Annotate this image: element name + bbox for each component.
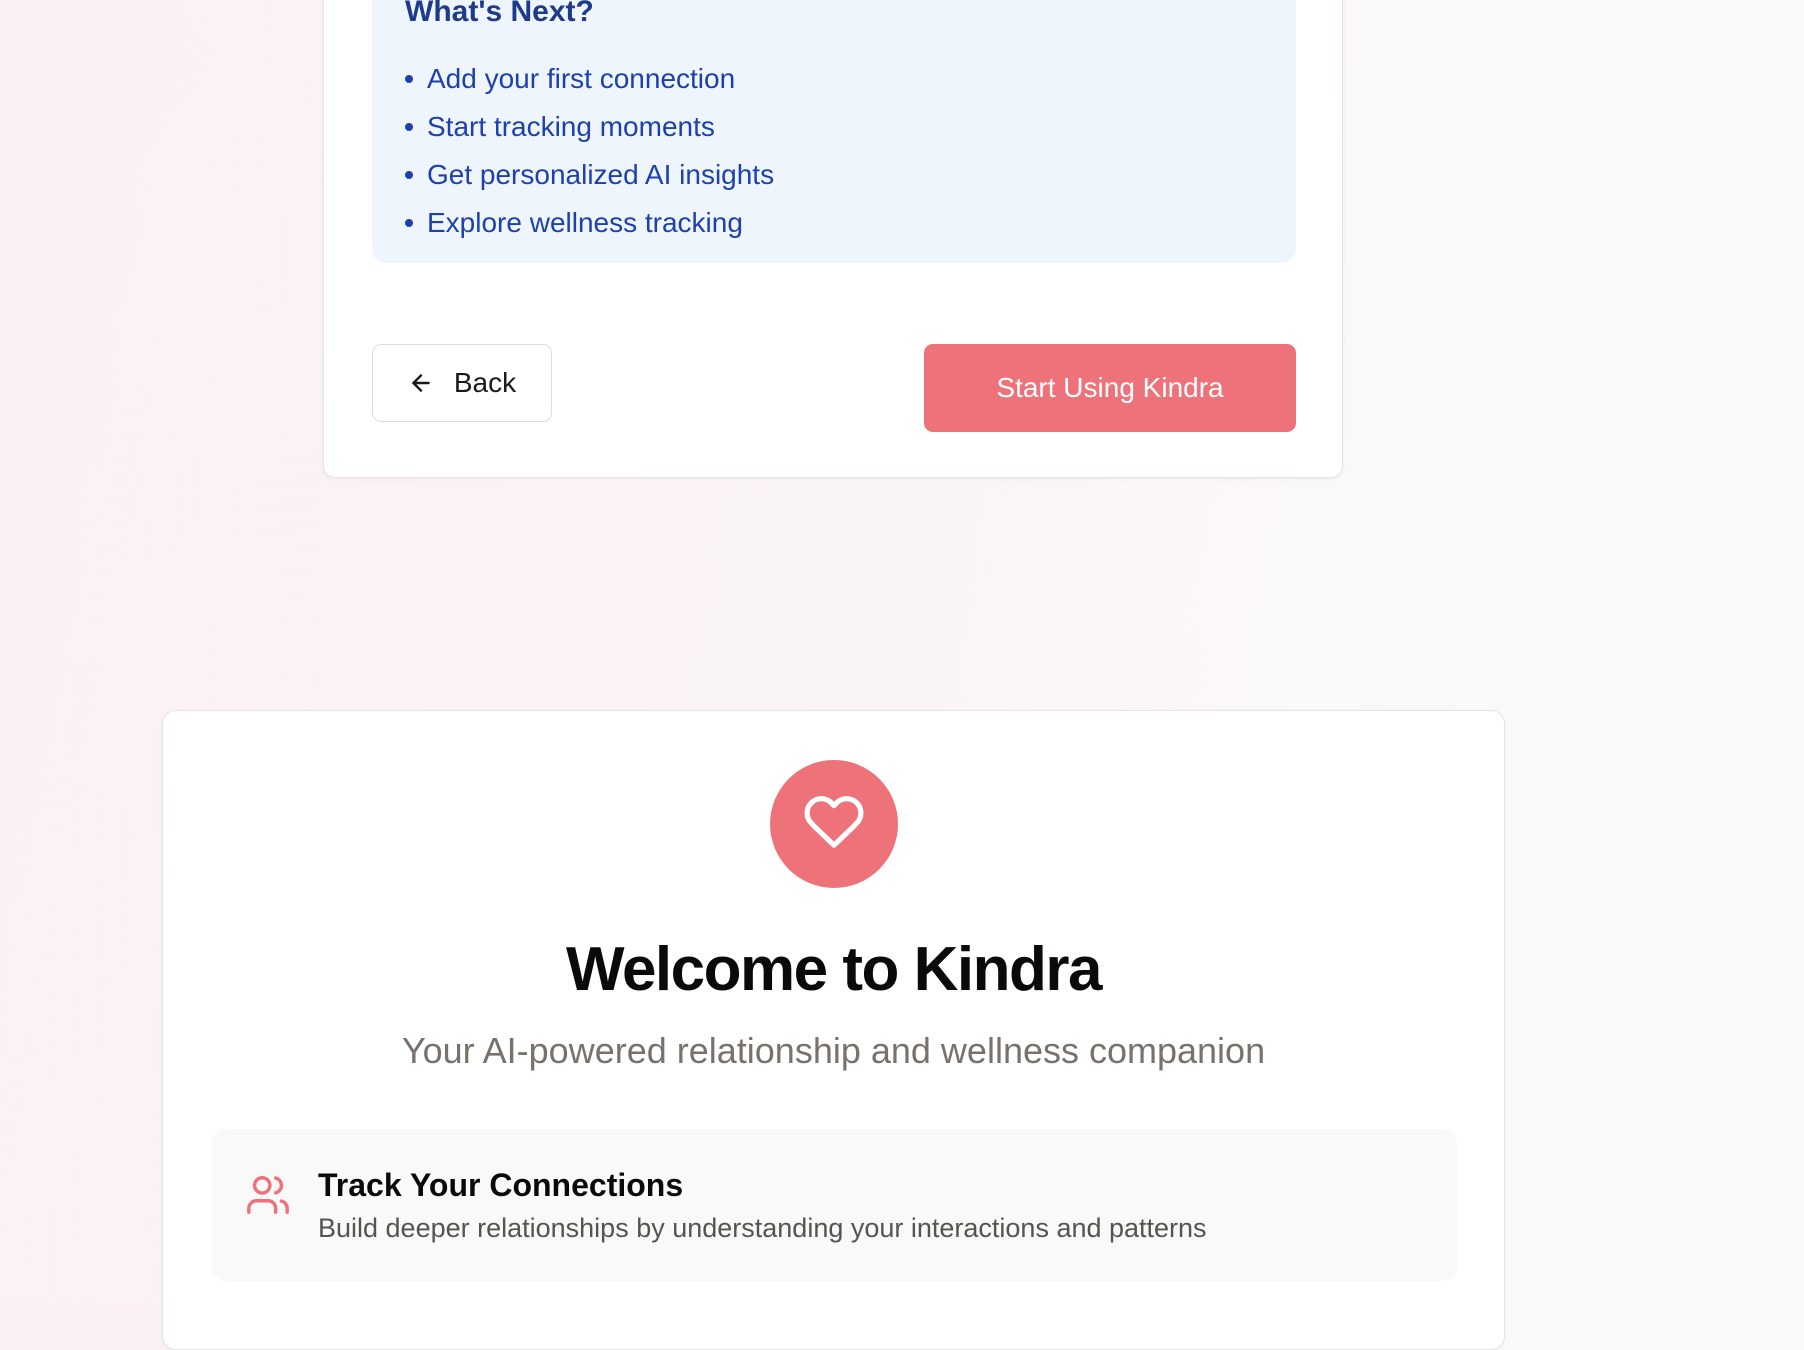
arrow-left-icon — [408, 370, 434, 396]
welcome-card: Welcome to Kindra Your AI-powered relati… — [162, 710, 1505, 1350]
bullet-icon — [405, 123, 413, 131]
bullet-icon — [405, 219, 413, 227]
list-item: Get personalized AI insights — [405, 151, 774, 199]
back-button-label: Back — [453, 367, 517, 398]
users-icon — [245, 1172, 291, 1223]
bullet-icon — [405, 75, 413, 83]
whats-next-box: What's Next? Add your first connection S… — [372, 0, 1296, 263]
whats-next-title: What's Next? — [405, 0, 594, 28]
page-subtitle: Your AI-powered relationship and wellnes… — [401, 1030, 1266, 1071]
feature-card-connections: Track Your Connections Build deeper rela… — [212, 1129, 1457, 1281]
feature-title: Track Your Connections — [318, 1167, 684, 1203]
start-using-button[interactable]: Start Using Kindra — [924, 344, 1296, 432]
feature-description: Build deeper relationships by understand… — [318, 1213, 1207, 1243]
bullet-icon — [405, 171, 413, 179]
start-using-button-label: Start Using Kindra — [996, 372, 1224, 403]
completion-card: What's Next? Add your first connection S… — [323, 0, 1343, 478]
back-button[interactable]: Back — [372, 344, 552, 422]
list-item: Add your first connection — [405, 55, 774, 103]
list-item: Start tracking moments — [405, 103, 774, 151]
logo-badge — [770, 760, 898, 888]
whats-next-list: Add your first connection Start tracking… — [405, 55, 774, 247]
list-item: Explore wellness tracking — [405, 199, 774, 247]
heart-icon — [803, 791, 865, 858]
page-title: Welcome to Kindra — [566, 935, 1102, 1004]
